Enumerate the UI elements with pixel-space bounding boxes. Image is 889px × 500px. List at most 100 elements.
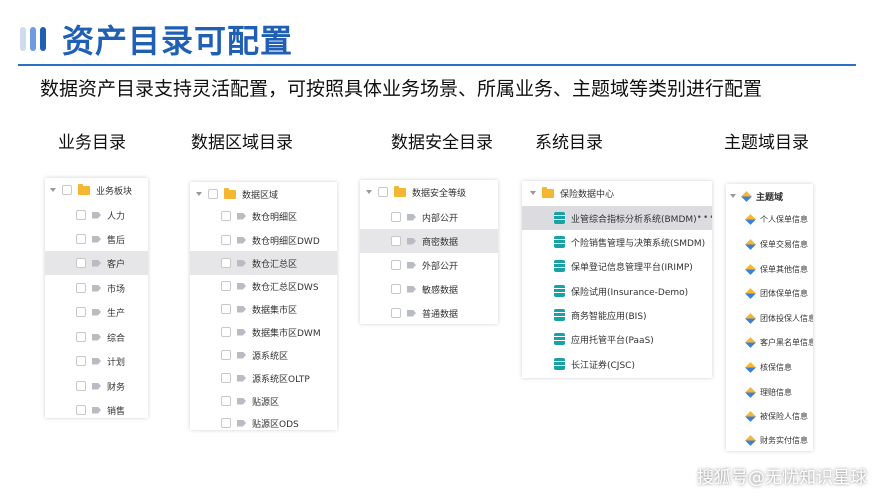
tag-icon — [237, 374, 246, 382]
checkbox[interactable] — [76, 210, 86, 220]
expand-caret-icon[interactable] — [530, 191, 536, 195]
checkbox[interactable] — [76, 234, 86, 244]
checkbox[interactable] — [221, 281, 231, 291]
tree-root-label: 保险数据中心 — [560, 189, 615, 200]
tree-item[interactable]: 内部公开 — [360, 205, 498, 229]
tree-item[interactable]: 个险销售管理与决策系统(SMDM) — [522, 230, 712, 254]
tree-root-security[interactable]: 数据安全等级 — [360, 180, 498, 204]
tag-icon — [407, 261, 416, 269]
checkbox[interactable] — [221, 258, 231, 268]
checkbox[interactable] — [221, 418, 231, 428]
tree-item-label: 财务实付信息 — [760, 435, 808, 445]
expand-caret-icon[interactable] — [196, 192, 202, 196]
tree-item-label: 售后 — [107, 235, 126, 246]
checkbox[interactable] — [76, 258, 86, 268]
tree-item-label: 源系统区OLTP — [252, 374, 310, 385]
tree-item-label: 内部公开 — [422, 213, 459, 224]
more-options-icon[interactable]: ••• — [697, 213, 712, 223]
tree-item[interactable]: 源系统区 — [190, 343, 337, 367]
tag-icon — [92, 308, 101, 316]
checkbox[interactable] — [221, 396, 231, 406]
checkbox[interactable] — [221, 350, 231, 360]
tree-item[interactable]: 商务智能应用(BIS) — [522, 303, 712, 327]
tree-item[interactable]: 数据集市区DWM — [190, 320, 337, 344]
checkbox[interactable] — [391, 212, 401, 222]
tree-item[interactable]: 财务 — [45, 374, 148, 398]
tree-item[interactable]: 综合 — [45, 325, 148, 349]
checkbox[interactable] — [391, 308, 401, 318]
checkbox[interactable] — [221, 373, 231, 383]
checkbox[interactable] — [76, 405, 86, 415]
checkbox[interactable] — [221, 211, 231, 221]
tree-item[interactable]: 源系统区OLTP — [190, 366, 337, 390]
checkbox[interactable] — [221, 327, 231, 337]
tree-item[interactable]: 数仓明细区 — [190, 204, 337, 228]
tree-item[interactable]: 贴源区ODS — [190, 411, 337, 430]
tree-item[interactable]: 保险试用(Insurance-Demo) — [522, 279, 712, 303]
tree-item[interactable]: 客户黑名单信息 — [726, 330, 813, 354]
tree-item[interactable]: 核保信息 — [726, 355, 813, 379]
tree-item[interactable]: 贴源区 — [190, 389, 337, 413]
tree-item[interactable]: 敏感数据 — [360, 277, 498, 301]
tree-item[interactable]: 市场 — [45, 276, 148, 300]
database-icon — [554, 333, 565, 345]
tag-icon — [92, 333, 101, 341]
tree-item[interactable]: 普通数据 — [360, 301, 498, 324]
checkbox[interactable] — [76, 283, 86, 293]
tree-item[interactable]: 数仓汇总区DWS — [190, 274, 337, 298]
tree-item-selected[interactable]: 商密数据 — [360, 229, 498, 253]
checkbox[interactable] — [378, 187, 388, 197]
checkbox[interactable] — [208, 189, 218, 199]
checkbox[interactable] — [391, 260, 401, 270]
checkbox[interactable] — [62, 185, 72, 195]
tree-item[interactable]: 应用托管平台(PaaS) — [522, 327, 712, 351]
business-catalog-heading: 业务目录 — [58, 133, 126, 153]
checkbox[interactable] — [391, 236, 401, 246]
checkbox[interactable] — [221, 304, 231, 314]
tree-root-region[interactable]: 数据区域 — [190, 182, 337, 206]
tree-item[interactable]: 个人保单信息 — [726, 207, 813, 231]
expand-caret-icon[interactable] — [50, 188, 56, 192]
tree-item[interactable]: 理赔信息 — [726, 380, 813, 404]
checkbox[interactable] — [76, 307, 86, 317]
checkbox[interactable] — [391, 284, 401, 294]
checkbox[interactable] — [76, 332, 86, 342]
tree-item-label: 外部公开 — [422, 261, 459, 272]
checkbox[interactable] — [76, 356, 86, 366]
tree-item[interactable]: 外部公开 — [360, 253, 498, 277]
tree-item[interactable]: 人力 — [45, 203, 148, 227]
tag-icon — [237, 419, 246, 427]
checkbox[interactable] — [76, 381, 86, 391]
tree-item[interactable]: 数仓明细区DWD — [190, 228, 337, 252]
tree-item-selected[interactable]: 数仓汇总区 — [190, 251, 337, 275]
tree-item[interactable]: 团体投保人信息 — [726, 306, 813, 330]
title-divider — [18, 64, 856, 66]
tree-item[interactable]: 财务实付信息 — [726, 428, 813, 451]
tree-item[interactable]: 保单登记信息管理平台(IRIMP) — [522, 254, 712, 278]
expand-caret-icon[interactable] — [730, 194, 736, 198]
tree-item-selected[interactable]: 客户 — [45, 251, 148, 275]
tree-item[interactable]: 长江证券(CJSC) — [522, 352, 712, 376]
tree-item[interactable]: 保单交易信息 — [726, 232, 813, 256]
tree-item[interactable]: 计划 — [45, 349, 148, 373]
tree-item[interactable]: 数据集市区 — [190, 297, 337, 321]
tree-root-business[interactable]: 业务板块 — [45, 178, 148, 202]
expand-caret-icon[interactable] — [366, 190, 372, 194]
folder-icon — [78, 183, 90, 195]
tree-item[interactable]: 售后 — [45, 227, 148, 251]
tree-item[interactable]: 生产 — [45, 300, 148, 324]
tree-item[interactable]: 被保险人信息 — [726, 404, 813, 428]
tree-item[interactable]: 团体保单信息 — [726, 281, 813, 305]
database-icon — [554, 260, 565, 272]
tree-root-subject[interactable]: 主题域 — [726, 184, 813, 208]
tree-item-selected[interactable]: 业管综合指标分析系统(BMDM)••• — [522, 206, 712, 230]
tree-root-system[interactable]: 保险数据中心 — [522, 181, 712, 205]
tree-item-label: 生产 — [107, 308, 126, 319]
tree-item[interactable]: 保单其他信息 — [726, 257, 813, 281]
page-title: 资产目录可配置 — [62, 22, 294, 60]
tree-root-label: 主题域 — [756, 192, 784, 203]
tree-root-label: 数据安全等级 — [412, 188, 467, 199]
tree-item[interactable]: 销售 — [45, 398, 148, 418]
security-tree-panel: 数据安全等级 内部公开 商密数据 外部公开 敏感数据 普通数据 — [360, 180, 498, 324]
checkbox[interactable] — [221, 235, 231, 245]
